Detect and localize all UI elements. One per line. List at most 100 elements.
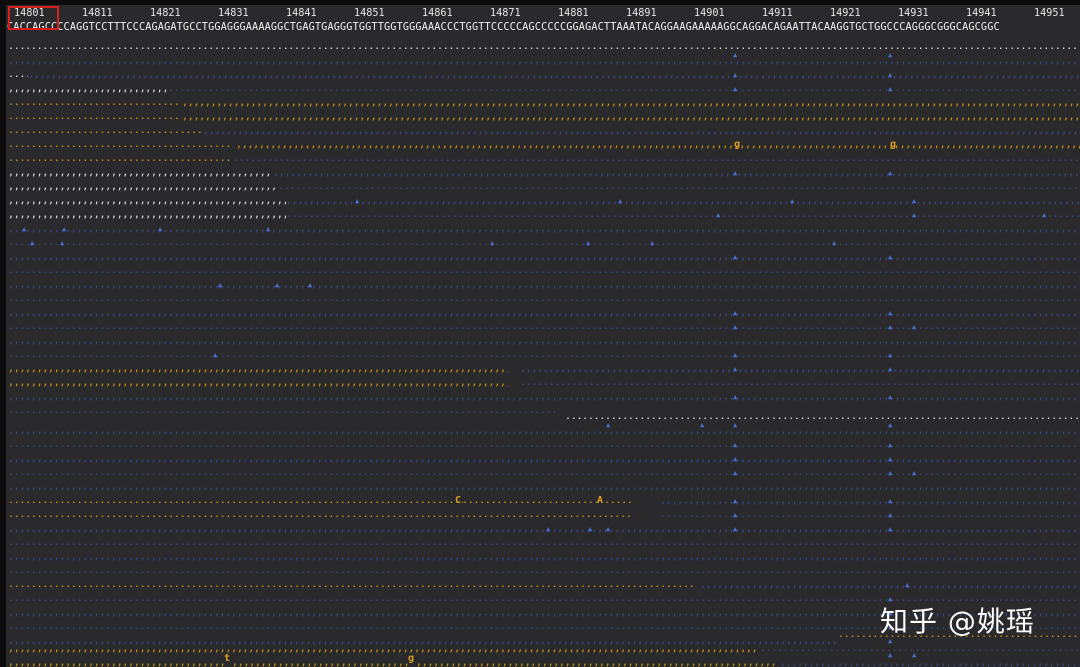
sequence-read[interactable]: .......................... [462,496,597,506]
sequence-read[interactable]: ........................................… [8,140,233,150]
read-mismatch-marker: ▲ [158,225,163,233]
sequence-read[interactable]: ,,,,,,,,,,,,,,,,,,,,,,,,,,,,,,,,,,,,,,,,… [8,280,1080,290]
sequence-read[interactable]: ........................................… [760,644,1080,654]
read-mismatch-marker: ▲ [733,169,738,177]
sequence-read[interactable]: ,,,,,,,,,,,,,,,,,,,,,,,,,,,,,,,,,,,,,,,,… [8,56,1080,66]
sequence-read[interactable]: ,,,,,,,,,,,,,,,,,,,,,,,,,,,,,,,,,,,,,,,,… [203,126,1080,136]
read-mismatch-marker: ▲ [733,51,738,59]
sequence-read[interactable]: ,,,,,,,,,,,,,,,,,,,,,,,,,,,,,,,,,,,,,,,,… [182,112,1080,122]
sequence-read[interactable]: ........................................… [8,350,1080,360]
sequence-read[interactable]: ........................................… [8,294,1080,304]
sequence-read[interactable]: ,,,,,,,,,,,,,,,,,,,,,,,,,,,,,,,,,,,,,,,,… [8,196,286,206]
sequence-read[interactable]: ................................ [8,98,178,108]
sequence-read[interactable]: ........................................… [168,84,1080,94]
read-mismatch-marker: ▲ [888,441,893,449]
read-mismatch-marker: ▲ [888,85,893,93]
mismatch-base: g [408,653,415,664]
sequence-read[interactable]: ,,,,,,,,,,,,,,,,,,,,,,,,,,,,,,,,,,,,,,,,… [8,182,278,192]
sequence-read[interactable]: ,,,,,,,,,,,,,,,,,,,,,,,,,,,,,,,,,,,,,,,,… [8,378,508,388]
sequence-read[interactable]: ........................................… [8,440,1080,450]
sequence-read[interactable]: ,,,,,,,,,,,,,,,,,,,,,,,,,,,,,,,,,,,,,,,,… [8,454,1080,464]
read-mismatch-marker: ▲ [888,365,893,373]
sequence-read[interactable]: ,,,,,,,,,,,,,,,,,,,,,,,,,,,,,,,,,,,,,,,,… [8,644,758,654]
sequence-read[interactable]: ........................................… [233,154,1080,164]
sequence-read[interactable]: ................................ [8,112,178,122]
read-mismatch-marker: ▲ [650,239,655,247]
sequence-read[interactable]: ,,,,,,,,,,,,,,,,,,,,,,,,,,,,,,,,,,,,,,,,… [273,168,1080,178]
sequence-read[interactable]: ,,,,,,,,,,,,,,,,,,,,,,,,,,,,,,,,,,,,,,,,… [236,140,1080,150]
sequence-read[interactable]: ........................................… [8,468,1080,478]
sequence-read[interactable]: ,,,,,,,,,,,,,,,,,,,,,,,,,,,,,,,,,,,,,,,, [8,658,224,667]
read-mismatch-marker: ▲ [716,211,721,219]
read-mismatch-marker: ▲ [733,441,738,449]
read-mismatch-marker: ▲ [888,309,893,317]
sequence-read[interactable]: ,,,,,,,,,,,,,,,,,,,,,,,,,,,,,,,,,,,,,,,,… [8,364,508,374]
sequence-read[interactable]: ,,,,,,,,,,,,,,,,,,,,,,,,,,,,,,,,,,,,,,,,… [520,364,1080,374]
read-mismatch-marker: ▲ [888,651,893,659]
sequence-read[interactable]: ....... [604,496,632,506]
sequence-read[interactable]: ,,,,,,,,,,,,,,,,,,,,,,,,,,,,,,, [8,84,168,94]
read-mismatch-marker: ▲ [266,225,271,233]
sequence-read[interactable]: ,,,,,,,,,,,,,,,,,,,,,,,,,,,,,,,,,,,,,,,,… [28,70,1080,80]
sequence-read[interactable]: ..................................... [8,126,203,136]
sequence-read[interactable]: ........................................… [8,238,1080,248]
read-mismatch-marker: ▲ [60,239,65,247]
alignment-viewer[interactable]: 14801 14811 14821 14831 14841 14851 1486… [0,0,1080,667]
sequence-read[interactable]: ,,,,,,,,,,,,,,,,,,,,,,,,,,,,,,,,,,,,,,,,… [780,658,1080,667]
read-mismatch-marker: ▲ [733,71,738,79]
sequence-read[interactable]: ,,,,,,,,,,,,,,,,,,,,,,,,,,,,,,,,,,,,,,,,… [8,336,1080,346]
sequence-read[interactable]: ,,,,,,,,,,,,,,,,,,,,,,,,,,,,,,,,,,,,,,,,… [8,392,1080,402]
sequence-read[interactable]: ,,,,,,,,,,,,,,,,,,,,,,,,,,,,,,,,,,,,,,,,… [8,524,1080,534]
read-mismatch-marker: ▲ [700,421,705,429]
sequence-read[interactable]: ........................................… [8,322,1080,332]
sequence-read[interactable]: ,,,,,,,,,,,,,,,,,,,,,,,,,,,,,,,,,,,,,,,,… [8,552,1080,562]
sequence-read[interactable]: ,,,,,,,,,,,,,,,,,,,,,,,,,,,,,,,,,,,,,,,,… [8,252,1080,262]
read-mismatch-marker: ▲ [888,525,893,533]
sequence-read[interactable]: ........................................… [8,538,1080,548]
sequence-read[interactable]: ,,,,,,,,,,,,,,,,,,,,,,,,,,,,,,,,,,,,,,,,… [8,224,1080,234]
sequence-read[interactable]: ........................................… [660,510,1080,520]
sequence-read[interactable]: ,,,,,,,,,,,,,,,,,,,,,,,,,,,,,,,,, [232,658,408,667]
sequence-read[interactable]: ........................................… [565,412,1080,422]
read-mismatch-marker: ▲ [888,323,893,331]
read-mismatch-marker: ▲ [62,225,67,233]
read-mismatch-marker: ▲ [618,197,623,205]
read-mismatch-marker: ▲ [606,525,611,533]
read-mismatch-marker: ▲ [912,469,917,477]
read-mismatch-marker: ▲ [546,525,551,533]
sequence-read[interactable]: ........................................… [8,266,1080,276]
sequence-read[interactable]: ........................................… [8,580,693,590]
sequence-read[interactable]: ........................................… [286,210,1080,220]
sequence-read[interactable]: ........................................… [8,496,463,506]
sequence-read[interactable]: ,,,,,,,,,,,,,,,,,,,,,,,,,,,,,,,,,,,,,,,,… [8,426,1080,436]
read-mismatch-marker: ▲ [733,525,738,533]
sequence-read[interactable]: ,,,,,,,,,,,,,,,,,,,,,,,,,,,,,,,,,,,,,,,,… [416,658,776,667]
read-mismatch-marker: ▲ [355,197,360,205]
sequence-read[interactable]: ........................................… [8,42,1080,52]
sequence-read[interactable]: ,,,,,,,,,,,,,,,,,,,,,,,,,,,,,,,,,,,,,,,,… [700,580,1080,590]
sequence-read[interactable]: ,,,,,,,,,,,,,,,,,,,,,,,,,,,,,,,,,,,,,,,,… [8,482,1080,492]
read-mismatch-marker: ▲ [733,85,738,93]
sequence-read[interactable]: ........................................… [8,566,1080,576]
sequence-read[interactable]: ,,,,,,,,,,,,,,,,,,,,,,,,,,,,,,,,,,,,,,,,… [8,210,286,220]
sequence-read[interactable]: ,,,,,,,,,,,,,,,,,,,,,,,,,,,,,,,,,,,,,,,,… [182,98,1080,108]
sequence-read[interactable]: ,,,,,,,,,,,,,,,,,,,,,,,,,,,,,,,,,,,,,,,,… [660,496,1080,506]
sequence-read[interactable]: ........................................… [520,378,1080,388]
read-mismatch-marker: ▲ [832,239,837,247]
read-mismatch-marker: ▲ [912,197,917,205]
sequence-read[interactable]: ........................................… [8,154,233,164]
sequence-read[interactable]: ,,,,,,,,,,,,,,,,,,,,,,,,,,,,,,,,,,,,,,,,… [8,168,273,178]
read-mismatch-marker: ▲ [888,455,893,463]
sequence-read[interactable]: ,,,,,,,,,,,,,,,,,,,,,,,,,,,,,,,,,,,,,,,,… [286,196,1080,206]
mismatch-base: g [890,139,897,150]
read-mismatch-marker: ▲ [790,197,795,205]
read-mismatch-marker: ▲ [888,511,893,519]
read-pileup[interactable]: ........................................… [0,0,1080,667]
sequence-read[interactable]: ........................................… [8,406,558,416]
sequence-read[interactable]: ,,,,,,,,,,,,,,,,,,,,,,,,,,,,,,,,,,,,,,,,… [8,308,1080,318]
sequence-read[interactable]: ........................................… [278,182,1080,192]
sequence-read[interactable]: ...... [8,70,28,80]
mismatch-base: t [224,653,231,664]
sequence-read[interactable]: ........................................… [8,510,633,520]
read-mismatch-marker: ▲ [912,211,917,219]
